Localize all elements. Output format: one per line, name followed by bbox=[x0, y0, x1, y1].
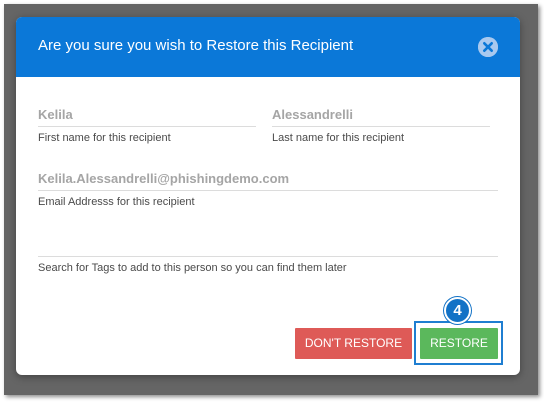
step-number-badge: 4 bbox=[444, 297, 471, 324]
email-help: Email Addresss for this recipient bbox=[38, 196, 195, 208]
dont-restore-button[interactable]: DON'T RESTORE bbox=[295, 328, 412, 359]
dialog-header: Are you sure you wish to Restore this Re… bbox=[16, 17, 520, 77]
tags-search-input[interactable] bbox=[38, 237, 498, 257]
last-name-field[interactable]: Alessandrelli Last name for this recipie… bbox=[272, 107, 490, 145]
first-name-help: First name for this recipient bbox=[38, 132, 171, 144]
first-name-field[interactable]: Kelila First name for this recipient bbox=[38, 107, 256, 145]
last-name-input[interactable]: Alessandrelli bbox=[272, 107, 490, 127]
tags-help: Search for Tags to add to this person so… bbox=[38, 262, 347, 274]
dialog-title: Are you sure you wish to Restore this Re… bbox=[38, 37, 354, 54]
close-icon[interactable] bbox=[478, 37, 498, 57]
restore-highlight-frame bbox=[414, 321, 503, 365]
email-field[interactable]: Kelila.Alessandrelli@phishingdemo.com Em… bbox=[38, 171, 498, 209]
first-name-input[interactable]: Kelila bbox=[38, 107, 256, 127]
tags-field[interactable]: Search for Tags to add to this person so… bbox=[38, 237, 498, 275]
email-input[interactable]: Kelila.Alessandrelli@phishingdemo.com bbox=[38, 171, 498, 191]
last-name-help: Last name for this recipient bbox=[272, 132, 405, 144]
